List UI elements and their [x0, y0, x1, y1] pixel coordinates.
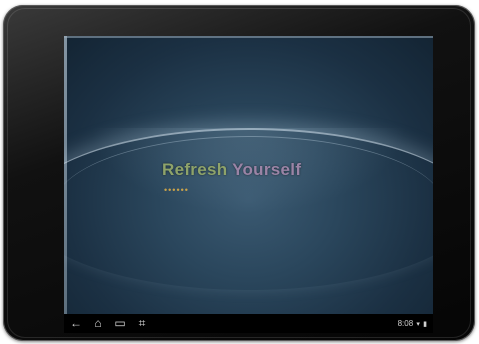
clock-time: 8:08	[397, 319, 414, 328]
recent-apps-icon[interactable]: ▭	[112, 316, 128, 331]
splash-arc-inner	[64, 136, 433, 277]
wifi-icon: ▾	[416, 321, 420, 328]
loading-dots: ••••••	[164, 185, 189, 195]
home-icon[interactable]: ⌂	[90, 316, 106, 331]
screenshot-icon[interactable]: ⌗	[134, 316, 150, 331]
tablet-screen[interactable]: Refresh Yourself •••••• ← ⌂ ▭ ⌗ 8:08 ▾ ▮	[64, 36, 433, 333]
headline-word-2: Yourself	[232, 160, 302, 179]
tablet-frame: Refresh Yourself •••••• ← ⌂ ▭ ⌗ 8:08 ▾ ▮	[3, 5, 475, 341]
back-icon[interactable]: ←	[68, 316, 84, 331]
screen-edge-top	[64, 36, 433, 38]
battery-icon: ▮	[423, 321, 427, 328]
headline-word-1: Refresh	[162, 160, 228, 179]
splash-headline: Refresh Yourself	[162, 160, 301, 180]
status-area[interactable]: 8:08 ▾ ▮	[398, 317, 427, 331]
system-nav-bar: ← ⌂ ▭ ⌗ 8:08 ▾ ▮	[64, 314, 433, 333]
